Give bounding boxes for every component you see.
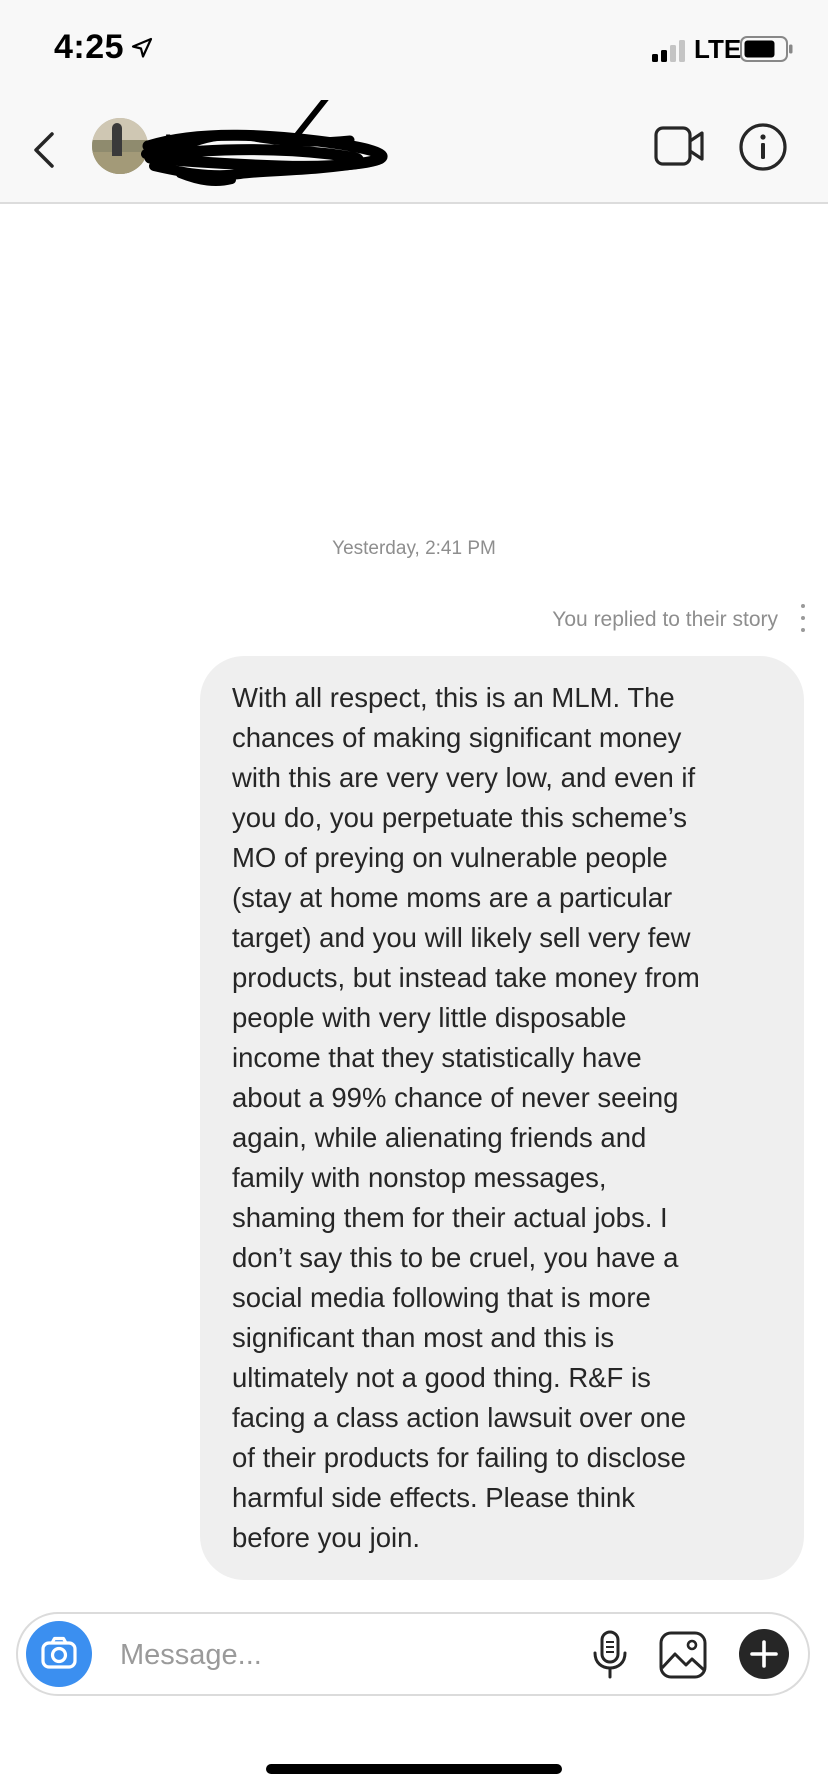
message-line: about a 99% chance of never seeing xyxy=(232,1082,679,1113)
message-line: family with nonstop messages, xyxy=(232,1162,607,1193)
message-line: facing a class action lawsuit over one xyxy=(232,1402,686,1433)
status-bar: 4:25 LTE xyxy=(0,0,828,100)
message-line: social media following that is more xyxy=(232,1282,651,1313)
message-line: don’t say this to be cruel, you have a xyxy=(232,1242,679,1273)
redaction-scribble xyxy=(141,100,388,186)
message-line: target) and you will likely sell very fe… xyxy=(232,922,691,953)
message-composer xyxy=(16,1612,810,1696)
camera-button[interactable] xyxy=(26,1621,92,1687)
message-line: with this are very very low, and even if xyxy=(232,762,696,793)
message-line: income that they statistically have xyxy=(232,1042,642,1073)
plus-icon[interactable] xyxy=(738,1628,790,1680)
message-line: significant than most and this is xyxy=(232,1322,615,1353)
microphone-icon[interactable] xyxy=(586,1628,634,1680)
message-line: With all respect, this is an MLM. The xyxy=(232,682,675,713)
message-input[interactable] xyxy=(118,1630,502,1680)
info-icon[interactable] xyxy=(738,122,788,172)
message-line: chances of making significant money xyxy=(232,722,682,753)
location-arrow-icon xyxy=(131,37,153,58)
camera-icon xyxy=(41,1636,77,1669)
message-timestamp: Yesterday, 2:41 PM xyxy=(332,538,496,559)
dm-thread-screen: 4:25 LTE j n Yesterday, 2:41 PM You repl… xyxy=(0,0,828,1792)
message-line: of their products for failing to disclos… xyxy=(232,1442,686,1473)
message-line: ultimately not a good thing. R&F is xyxy=(232,1362,651,1393)
battery-icon xyxy=(740,36,793,62)
gallery-icon[interactable] xyxy=(658,1630,708,1680)
message-line: again, while alienating friends and xyxy=(232,1122,647,1153)
network-type: LTE xyxy=(694,34,742,64)
status-time: 4:25 xyxy=(54,28,125,66)
message-line: people with very little disposable xyxy=(232,1002,627,1033)
message-line: MO of preying on vulnerable people xyxy=(232,842,668,873)
more-options-icon[interactable] xyxy=(796,604,810,650)
message-line: you do, you perpetuate this scheme’s xyxy=(232,802,688,833)
username[interactable]: j n xyxy=(140,100,400,202)
message-line: products, but instead take money from xyxy=(232,962,700,993)
message-line: before you join. xyxy=(232,1522,421,1553)
home-indicator xyxy=(266,1764,562,1774)
signal-bars-icon xyxy=(652,40,685,62)
message-bubble[interactable]: With all respect, this is an MLM. The cha… xyxy=(200,656,804,1580)
story-reply-note: You replied to their story xyxy=(552,608,778,631)
message-line: harmful side effects. Please think xyxy=(232,1482,636,1513)
chevron-left-icon[interactable] xyxy=(22,122,70,178)
message-line: shaming them for their actual jobs. I xyxy=(232,1202,668,1233)
message-line: (stay at home moms are a particular xyxy=(232,882,673,913)
video-camera-icon[interactable] xyxy=(654,124,706,168)
